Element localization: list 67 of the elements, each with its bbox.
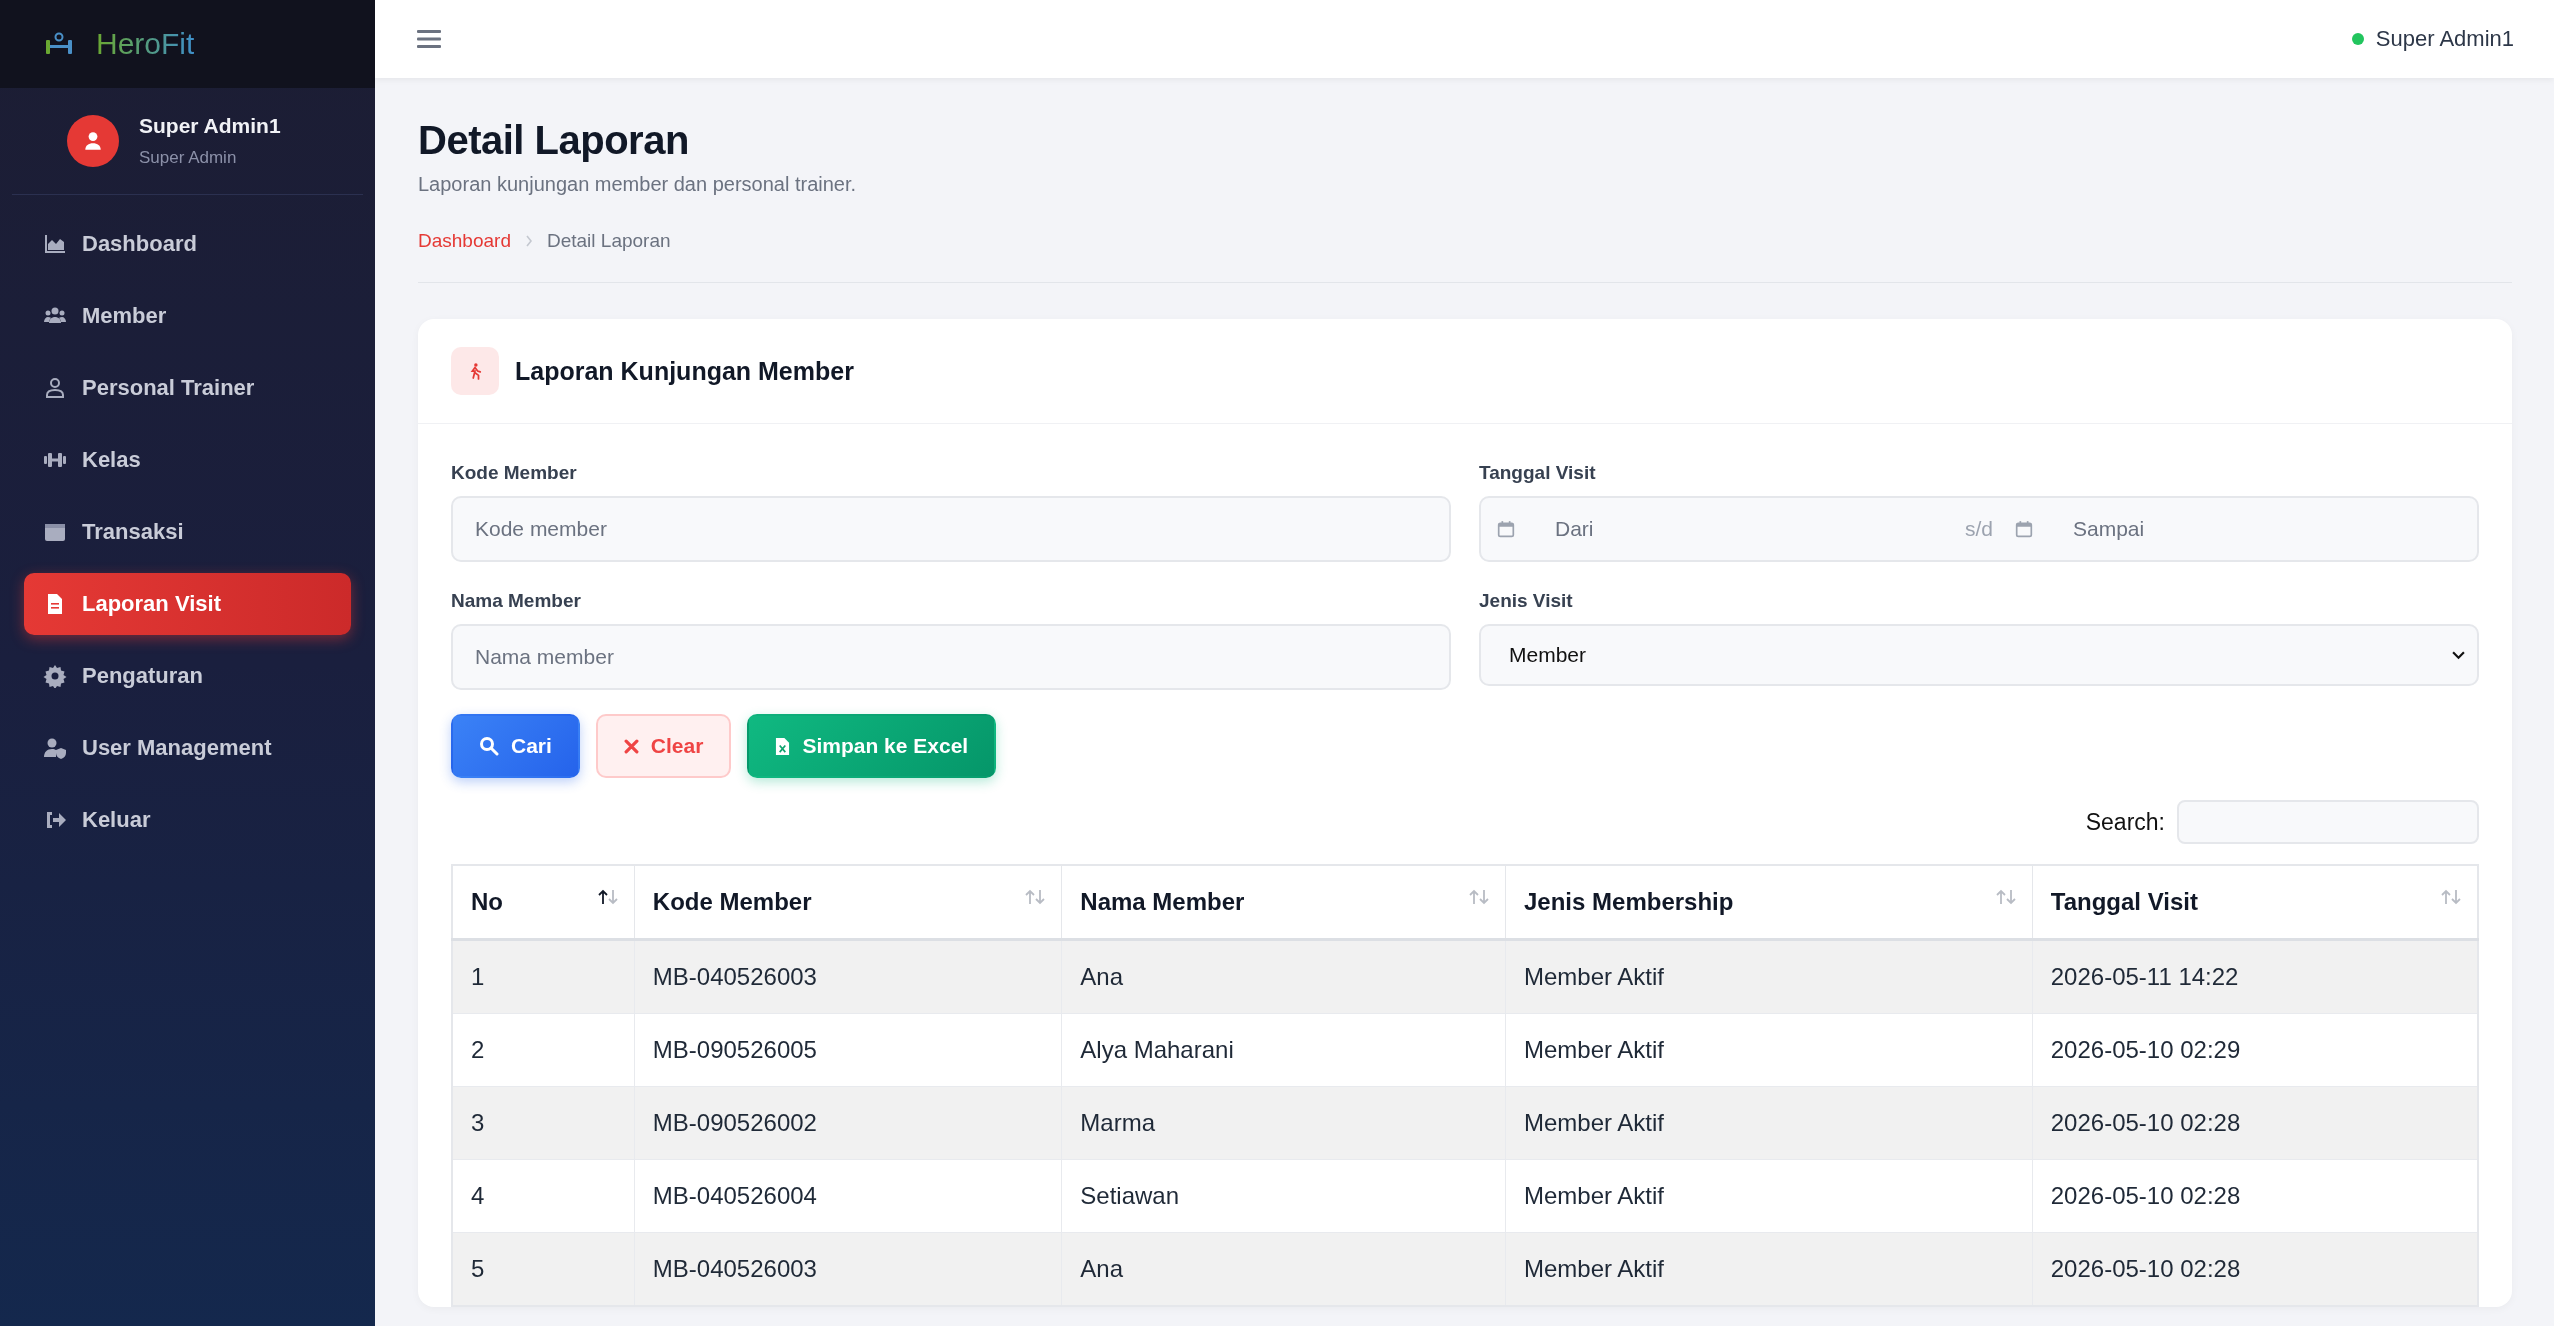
avatar xyxy=(67,115,119,167)
table-cell: Ana xyxy=(1061,1232,1506,1306)
page-title: Detail Laporan xyxy=(418,118,690,163)
chevron-down-icon xyxy=(2452,650,2465,660)
sidebar-item[interactable]: Dashboard xyxy=(24,213,351,275)
sidebar-item[interactable]: Laporan Visit xyxy=(24,573,351,635)
table-cell: 3 xyxy=(452,1086,635,1160)
search-field[interactable] xyxy=(2177,800,2479,844)
field-label: Jenis Visit xyxy=(1479,590,1574,612)
table-cell: Member Aktif xyxy=(1505,1232,2033,1306)
sidebar-item[interactable]: Personal Trainer xyxy=(24,357,351,419)
card-title: Laporan Kunjungan Member xyxy=(515,356,854,386)
search-icon xyxy=(479,736,499,756)
spreadsheet-icon xyxy=(775,736,791,756)
user-name[interactable]: Super Admin1 xyxy=(2375,26,2514,52)
page-subtitle: Laporan kunjungan member dan personal trainer. xyxy=(418,173,858,196)
table-cell: 2026-05-10 02:28 xyxy=(2032,1086,2478,1160)
sidebar-item[interactable]: Keluar xyxy=(24,789,351,851)
calendar-icon xyxy=(1497,520,1515,538)
table-cell: Setiawan xyxy=(1061,1159,1506,1233)
kode-member-field[interactable]: Kode member xyxy=(451,496,1451,562)
user-shield-icon xyxy=(42,736,68,760)
profile-role: Super Admin xyxy=(139,148,238,168)
table-cell: MB-040526003 xyxy=(634,1232,1062,1306)
table-cell: Ana xyxy=(1061,939,1506,1014)
table-cell: MB-040526004 xyxy=(634,1159,1062,1233)
field-label: Nama Member xyxy=(451,590,582,612)
visit-type-dropdown[interactable]: Member xyxy=(1479,624,2479,686)
table-cell: 2 xyxy=(452,1013,635,1087)
sidebar-item[interactable]: Transaksi xyxy=(24,501,351,563)
field-label: Kode Member xyxy=(451,462,578,484)
nama-member-field[interactable]: Nama member xyxy=(451,624,1451,690)
close-icon xyxy=(623,738,639,754)
table-cell: Member Aktif xyxy=(1505,1159,2033,1233)
table-cell: MB-040526003 xyxy=(634,939,1062,1014)
menu-icon[interactable] xyxy=(417,29,441,49)
table-cell: Member Aktif xyxy=(1505,939,2033,1014)
table-cell: 5 xyxy=(452,1232,635,1306)
range-separator: s/d xyxy=(1965,517,1993,541)
date-from-field[interactable]: Dari xyxy=(1553,516,1943,542)
table-cell: Alya Maharani xyxy=(1061,1013,1506,1087)
settings-icon xyxy=(42,664,68,688)
fitness-logo-icon xyxy=(44,32,74,56)
date-to-field[interactable]: Sampai xyxy=(2071,516,2461,542)
breadcrumb-link[interactable]: Dashboard xyxy=(418,230,511,252)
table-cell: 4 xyxy=(452,1159,635,1233)
chevron-icon xyxy=(524,235,533,247)
sidebar-item[interactable]: Pengaturan xyxy=(24,645,351,707)
table-cell: 1 xyxy=(452,939,635,1014)
profile-name: Super Admin1 xyxy=(139,114,281,138)
walking-person-icon xyxy=(451,347,499,395)
search-label: Search: xyxy=(2085,808,2165,836)
sidebar-item[interactable]: User Management xyxy=(24,717,351,779)
table-cell: Member Aktif xyxy=(1505,1086,2033,1160)
table-cell: MB-090526005 xyxy=(634,1013,1062,1087)
table-cell: 2026-05-11 14:22 xyxy=(2032,939,2478,1014)
chart-icon xyxy=(42,232,68,256)
table-cell: MB-090526002 xyxy=(634,1086,1062,1160)
search-button[interactable]: Cari xyxy=(451,714,580,778)
breadcrumb-current: Detail Laporan xyxy=(546,230,671,252)
sidebar-item[interactable]: Kelas xyxy=(24,429,351,491)
table-cell: Marma xyxy=(1061,1086,1506,1160)
field-label: Tanggal Visit xyxy=(1479,462,1597,484)
calendar-icon xyxy=(2015,520,2033,538)
table-cell: Member Aktif xyxy=(1505,1013,2033,1087)
table-cell: 2026-05-10 02:28 xyxy=(2032,1232,2478,1306)
sidebar-item[interactable]: Member xyxy=(24,285,351,347)
